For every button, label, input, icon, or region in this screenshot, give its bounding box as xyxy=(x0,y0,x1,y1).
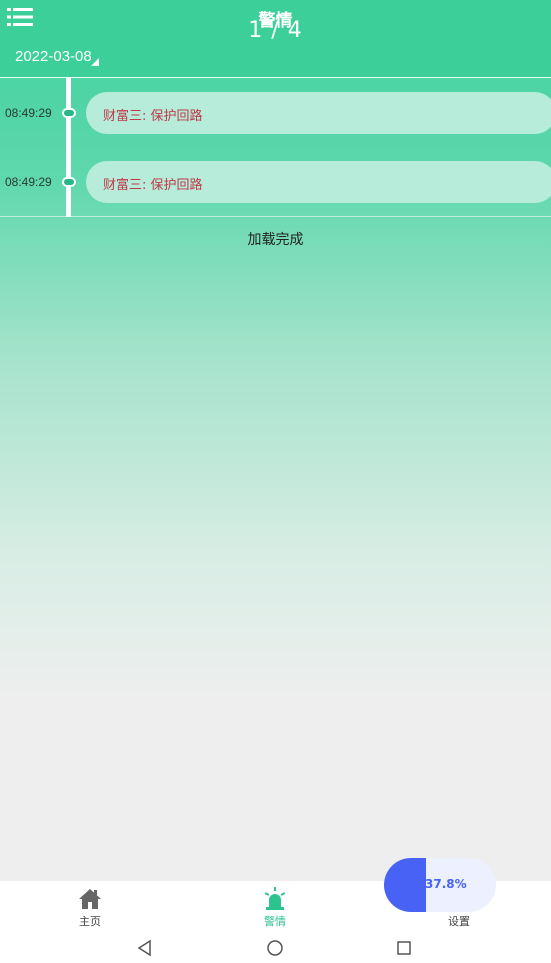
nav-label-home: 主页 xyxy=(79,915,101,928)
alert-time: 08:49:29 xyxy=(5,106,52,120)
progress-text: 37.8% xyxy=(425,877,467,891)
alert-card[interactable]: 财富三: 保护回路 xyxy=(86,92,551,134)
nav-item-home[interactable]: 主页 xyxy=(60,887,120,929)
alert-card[interactable]: 财富三: 保护回路 xyxy=(86,161,551,203)
alert-item[interactable]: 08:49:29 财富三: 保护回路 xyxy=(0,92,551,136)
date-selector[interactable]: 2022-03-08 xyxy=(15,48,92,65)
alert-text: 财富三: 保护回路 xyxy=(103,178,203,193)
dropdown-caret-icon[interactable] xyxy=(91,58,99,66)
title-area: 警情 1 / 4 xyxy=(0,4,551,44)
alert-text: 财富三: 保护回路 xyxy=(103,109,203,124)
nav-label-settings: 设置 xyxy=(448,915,470,928)
back-icon[interactable] xyxy=(135,938,155,958)
nav-item-alert[interactable]: 警情 xyxy=(245,887,305,929)
home-circle-icon[interactable] xyxy=(265,938,285,958)
timeline-dot-icon xyxy=(62,108,76,118)
alert-time: 08:49:29 xyxy=(5,175,52,189)
home-icon xyxy=(78,887,102,911)
system-nav-bar xyxy=(0,933,551,963)
load-status-text: 加载完成 xyxy=(247,232,304,248)
timeline-dot-icon xyxy=(62,177,76,187)
recents-icon[interactable] xyxy=(394,938,414,958)
progress-indicator[interactable]: 37.8% xyxy=(384,858,496,912)
alert-item[interactable]: 08:49:29 财富三: 保护回路 xyxy=(0,161,551,205)
page-indicator: 1 / 4 xyxy=(248,18,303,43)
alarm-icon xyxy=(263,887,287,911)
app-header: 警情 1 / 4 2022-03-08 xyxy=(0,0,551,78)
alert-timeline: 08:49:29 财富三: 保护回路 08:49:29 财富三: 保护回路 xyxy=(0,78,551,217)
progress-fill xyxy=(384,858,426,912)
nav-label-alert: 警情 xyxy=(264,915,286,928)
